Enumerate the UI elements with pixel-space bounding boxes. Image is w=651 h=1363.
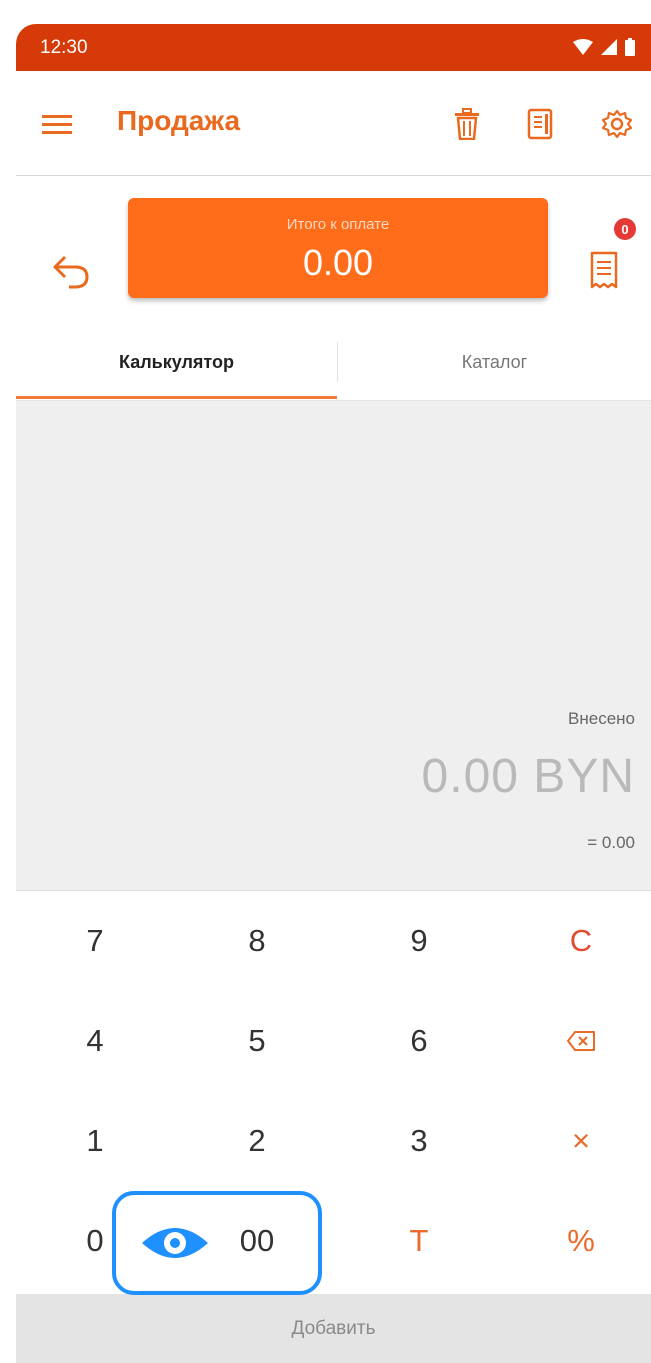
- key-8[interactable]: 8: [178, 891, 336, 991]
- eye-icon: [142, 1228, 208, 1258]
- key-backspace[interactable]: [502, 991, 651, 1091]
- check-list-button[interactable]: [586, 248, 622, 294]
- gear-icon: [601, 109, 633, 139]
- delete-button[interactable]: [450, 105, 484, 143]
- signal-icon: [601, 39, 617, 55]
- settings-button[interactable]: [599, 105, 635, 143]
- key-9[interactable]: 9: [340, 891, 498, 991]
- total-amount: 0.00: [302, 242, 374, 283]
- back-button[interactable]: [50, 250, 92, 292]
- key-percent[interactable]: %: [502, 1191, 651, 1291]
- key-4[interactable]: 4: [16, 991, 174, 1091]
- menu-button[interactable]: [40, 107, 74, 141]
- total-bar: Итого к оплате 0.00: [16, 176, 651, 325]
- total-box[interactable]: Итого к оплате 0.00: [128, 198, 548, 298]
- status-icons: [573, 38, 635, 56]
- active-tab-indicator: [16, 396, 337, 399]
- status-time: 12:30: [40, 37, 88, 58]
- key-t[interactable]: T: [340, 1191, 498, 1291]
- key-7[interactable]: 7: [16, 891, 174, 991]
- trash-icon: [455, 108, 479, 140]
- key-5[interactable]: 5: [178, 991, 336, 1091]
- key-6[interactable]: 6: [340, 991, 498, 1091]
- converted-amount: = 0.00: [587, 833, 635, 852]
- receipts-button[interactable]: [524, 105, 556, 143]
- tab-calculator[interactable]: Калькулятор: [16, 324, 337, 400]
- receipt-icon: [527, 108, 553, 140]
- menu-icon: [42, 115, 72, 134]
- paid-label: Внесено: [568, 709, 635, 728]
- key-2[interactable]: 2: [178, 1091, 336, 1191]
- receipt-list-icon: [590, 251, 618, 289]
- add-button[interactable]: Добавить: [16, 1294, 651, 1363]
- app-bar: Продажа: [16, 71, 651, 176]
- page-title: Продажа: [117, 105, 241, 136]
- paid-amount: 0.00 BYN: [421, 750, 635, 803]
- status-bar: 12:30: [16, 24, 651, 71]
- wifi-icon: [573, 39, 593, 55]
- key-1[interactable]: 1: [16, 1091, 174, 1191]
- key-3[interactable]: 3: [340, 1091, 498, 1191]
- total-label: Итого к оплате: [286, 216, 390, 233]
- receipt-count-badge: 0: [614, 218, 636, 240]
- tab-catalog[interactable]: Каталог: [338, 324, 651, 400]
- phone-screen: 12:30 Продажа Итого к оплате 0.00 0 Каль…: [16, 24, 651, 1363]
- battery-icon: [625, 38, 635, 56]
- undo-icon: [53, 255, 89, 289]
- key-clear[interactable]: C: [502, 891, 651, 991]
- tab-bar: Калькулятор Каталог: [16, 324, 651, 401]
- calculator-display: Внесено 0.00 BYN = 0.00: [16, 401, 651, 891]
- key-multiply[interactable]: ×: [502, 1091, 651, 1191]
- highlight-overlay: [112, 1191, 322, 1295]
- backspace-icon: [567, 1031, 595, 1051]
